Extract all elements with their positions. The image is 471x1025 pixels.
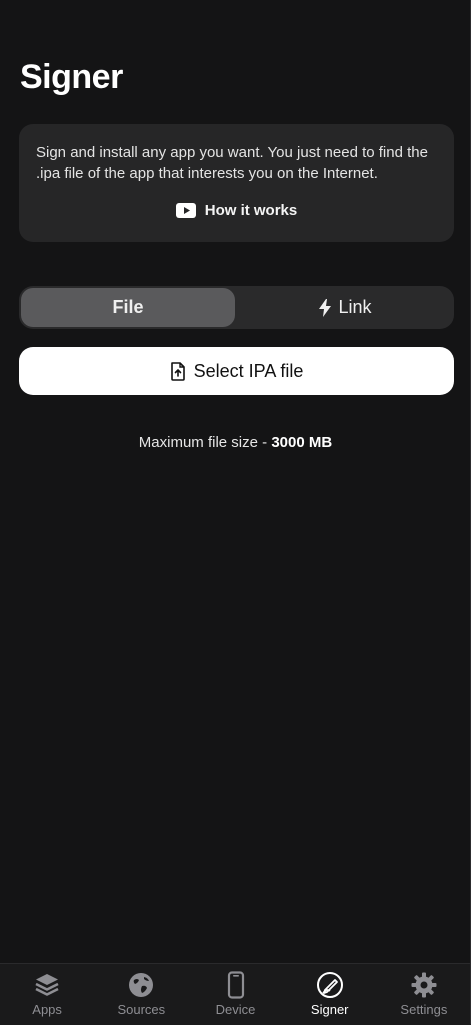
file-upload-icon <box>170 361 185 381</box>
globe-icon <box>129 973 154 997</box>
tab-device-label: Device <box>215 1002 256 1017</box>
page-title: Signer <box>20 58 123 96</box>
select-ipa-label: Select IPA file <box>193 360 304 381</box>
tab-sources[interactable]: Sources <box>94 964 188 1025</box>
phone-icon <box>227 971 244 999</box>
tab-apps-label: Apps <box>32 1002 62 1017</box>
max-size-value: 3000 MB <box>271 434 333 451</box>
tab-settings-label: Settings <box>400 1002 448 1017</box>
how-it-works-link[interactable]: How it works <box>19 202 454 219</box>
source-segmented-control: File Link <box>19 286 454 329</box>
tab-signer[interactable]: Signer <box>283 964 377 1025</box>
tab-signer-label: Signer <box>310 1002 349 1017</box>
tab-bar: Apps Sources Device Signer Settings <box>0 963 471 1025</box>
layers-icon <box>35 974 59 996</box>
select-ipa-button[interactable]: Select IPA file <box>19 347 454 395</box>
youtube-play-icon <box>175 203 196 218</box>
signer-screen: Signer Sign and install any app you want… <box>0 0 471 1025</box>
info-card: Sign and install any app you want. You j… <box>19 124 454 242</box>
tab-sources-label: Sources <box>117 1002 166 1017</box>
segment-file[interactable]: File <box>21 288 235 327</box>
how-it-works-label: How it works <box>204 202 298 219</box>
info-text: Sign and install any app you want. You j… <box>36 144 428 182</box>
segment-file-label: File <box>112 297 144 317</box>
tab-device[interactable]: Device <box>188 964 282 1025</box>
tab-apps[interactable]: Apps <box>0 964 94 1025</box>
segment-link-label: Link <box>338 297 372 317</box>
max-file-size: Maximum file size - 3000 MB <box>0 434 471 451</box>
lightning-icon <box>319 298 332 317</box>
segment-link[interactable]: Link <box>238 288 452 327</box>
max-size-prefix: Maximum file size - <box>138 434 272 451</box>
signature-icon <box>316 972 343 998</box>
tab-settings[interactable]: Settings <box>377 964 471 1025</box>
gear-icon <box>411 972 437 998</box>
